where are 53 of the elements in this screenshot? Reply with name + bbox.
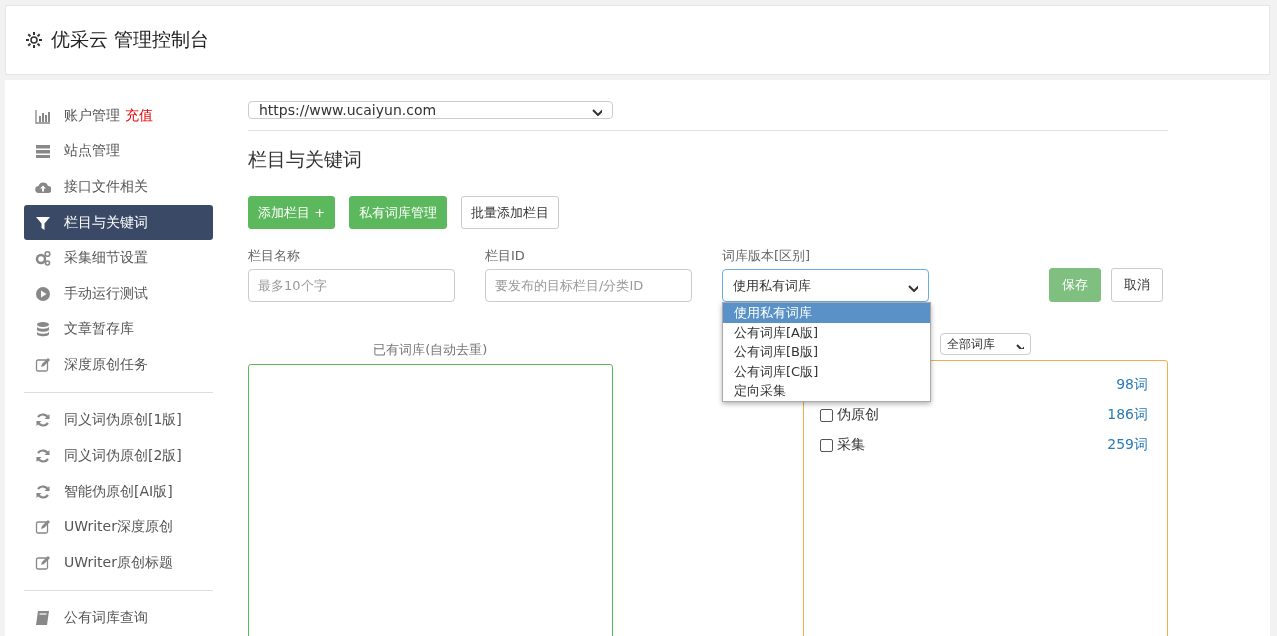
sidebar-item[interactable]: 账户管理 充值 <box>24 98 213 134</box>
sidebar-item[interactable]: 接口文件相关 <box>24 169 213 205</box>
sidebar-item[interactable]: 公有词库查询 <box>24 600 213 636</box>
refresh-icon <box>35 483 51 500</box>
field-label: 栏目名称 <box>248 247 301 265</box>
dropdown-option[interactable]: 公有词库[A版] <box>723 322 930 342</box>
play-icon <box>35 285 51 302</box>
filter-icon <box>35 214 51 231</box>
sidebar-item[interactable]: 手动运行测试 <box>24 275 213 312</box>
book-icon <box>35 610 51 627</box>
edit-icon <box>35 519 51 536</box>
recharge-link[interactable]: 充值 <box>125 106 153 125</box>
edit-icon <box>35 356 51 373</box>
sidebar-item[interactable]: 采集细节设置 <box>24 240 213 276</box>
library-select[interactable]: 使用私有词库 <box>722 269 929 302</box>
library-name: 伪原创 <box>836 406 879 424</box>
action-button[interactable]: 批量添加栏目 <box>461 196 560 229</box>
sidebar-item[interactable]: UWriter原创标题 <box>24 544 213 581</box>
bar-chart-icon <box>35 107 51 124</box>
sidebar-item[interactable]: 同义词伪原创[2版] <box>24 438 213 474</box>
dropdown-option[interactable]: 公有词库[B版] <box>723 342 930 362</box>
word-count: 98词 <box>1116 376 1148 394</box>
sidebar-item[interactable]: 深度原创任务 <box>24 347 213 383</box>
sidebar-item[interactable]: 智能伪原创[AI版] <box>24 473 213 510</box>
section-title: 栏目与关键词 <box>248 147 363 172</box>
checkbox[interactable] <box>819 438 833 452</box>
word-count: 259词 <box>1107 436 1148 454</box>
input-field[interactable]: 最多10个字 <box>248 269 455 302</box>
edit-icon <box>35 554 51 571</box>
gears-icon <box>35 250 51 267</box>
sidebar-item[interactable]: 文章暂存库 <box>24 311 213 348</box>
server-icon <box>35 143 51 160</box>
input-field[interactable]: 要发布的目标栏目/分类ID <box>485 269 692 302</box>
checkbox[interactable] <box>819 408 833 422</box>
sidebar-item[interactable]: 同义词伪原创[1版] <box>24 402 213 439</box>
refresh-icon <box>35 412 51 429</box>
sidebar-item[interactable]: 栏目与关键词 <box>24 204 213 241</box>
app-title: 优采云 管理控制台 <box>51 27 210 52</box>
database-icon <box>35 321 51 338</box>
library-name: 采集 <box>836 436 865 454</box>
dropdown-option[interactable]: 定向采集 <box>723 381 930 401</box>
field-label: 词库版本[区别] <box>722 247 812 265</box>
word-count: 186词 <box>1107 406 1148 424</box>
list-label: 已有词库(自动去重) <box>373 341 488 359</box>
settings-icon <box>25 31 43 49</box>
sidebar-item[interactable]: 站点管理 <box>24 133 213 170</box>
refresh-icon <box>35 448 51 464</box>
cancel-button[interactable]: 取消 <box>1111 268 1163 302</box>
site-select[interactable]: https://www.ucaiyun.com <box>248 101 613 119</box>
filter-select[interactable]: 全部词库 <box>940 333 1031 355</box>
field-label: 栏目ID <box>485 247 526 265</box>
dropdown-option[interactable]: 公有词库[C版] <box>723 361 930 381</box>
sidebar-item[interactable]: UWriter深度原创 <box>24 509 213 545</box>
